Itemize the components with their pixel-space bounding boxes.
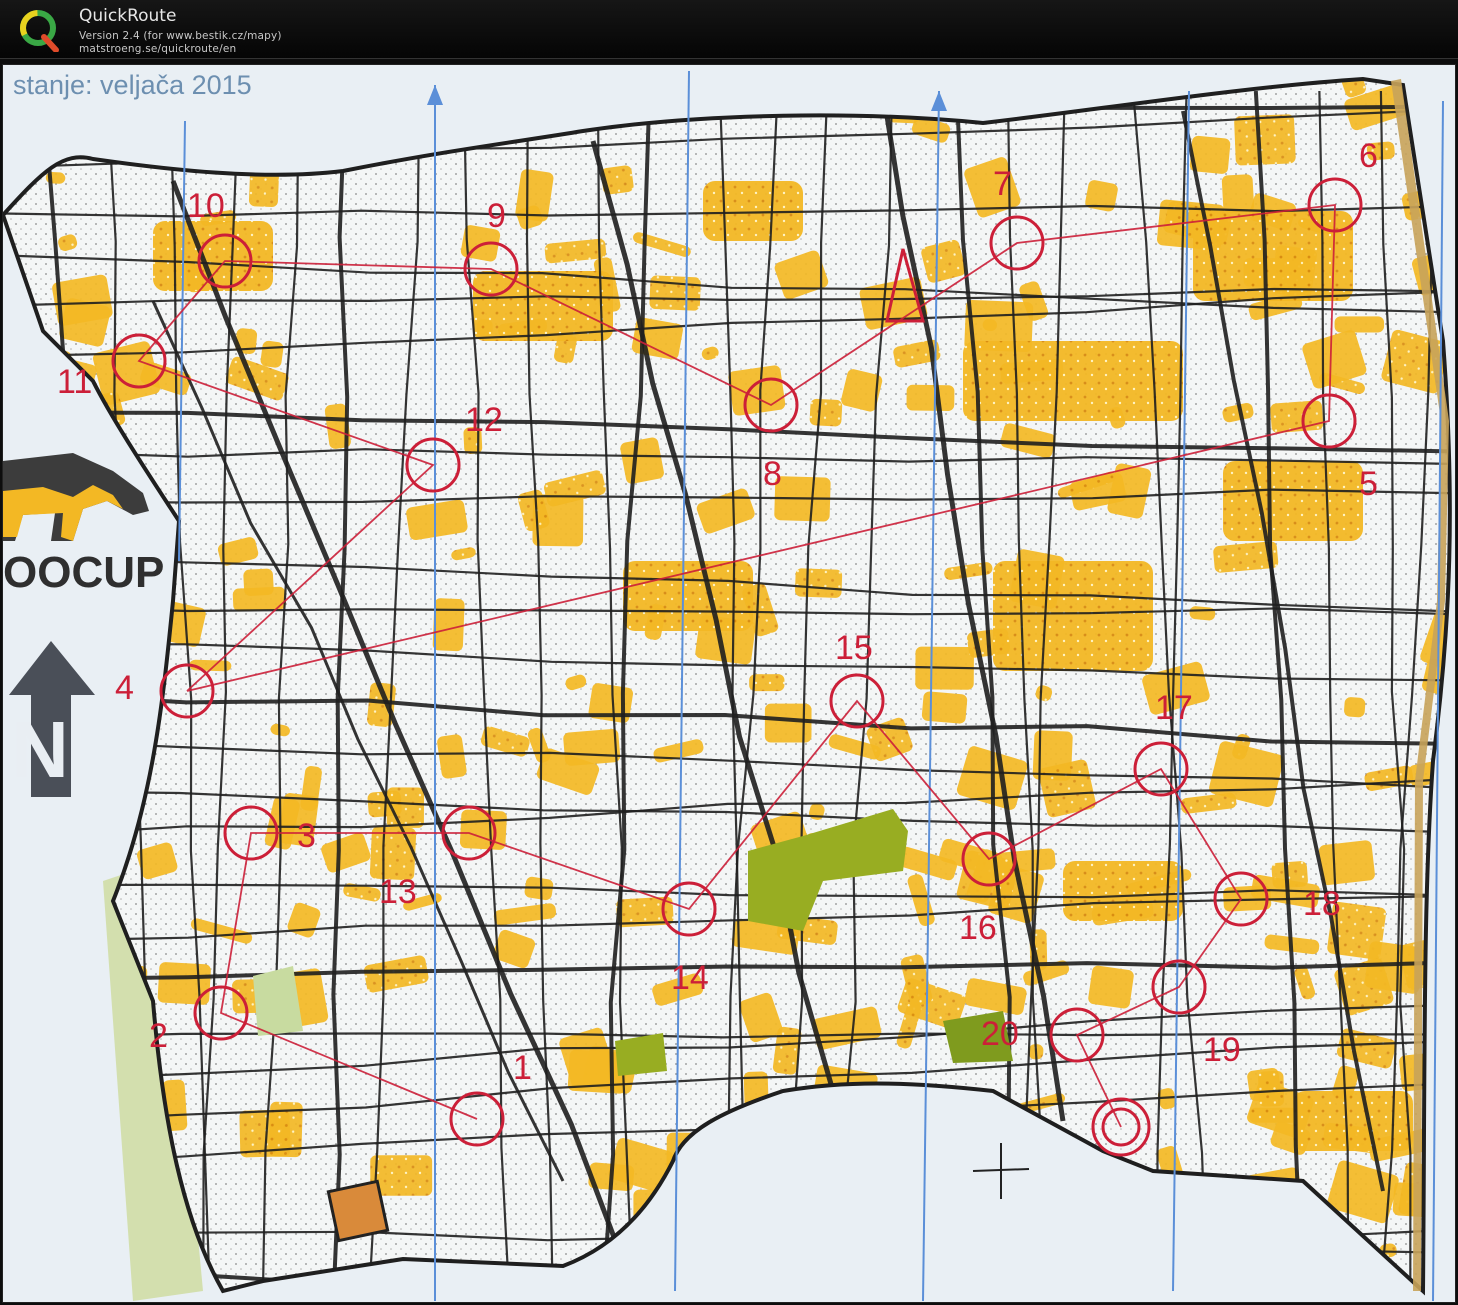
app-title: QuickRoute — [79, 6, 177, 26]
control-number: 14 — [671, 959, 709, 997]
control-number: 16 — [959, 909, 997, 947]
control-number: 10 — [187, 187, 225, 225]
control-number: 19 — [1203, 1031, 1241, 1069]
title-bar: QuickRoute Version 2.4 (for www.bestik.c… — [0, 0, 1458, 59]
map-date-label: stanje: veljača 2015 — [13, 70, 252, 100]
control-number: 20 — [981, 1015, 1019, 1053]
control-number: 2 — [149, 1017, 168, 1055]
control-number: 9 — [487, 197, 506, 235]
map-view[interactable]: stanje: veljača 2015 OOCUP N 1 2 3 4 5 6 7 8 9 10… — [2, 64, 1456, 1303]
control-number: 8 — [763, 455, 782, 493]
control-number: 11 — [57, 363, 92, 401]
control-number: 4 — [115, 669, 134, 707]
control-number: 3 — [297, 817, 316, 855]
north-marker: N — [11, 705, 69, 794]
control-number: 5 — [1359, 465, 1378, 503]
control-number: 18 — [1303, 885, 1341, 923]
control-number: 7 — [993, 165, 1012, 203]
control-number: 13 — [379, 873, 417, 911]
sponsor-label: OOCUP — [3, 548, 164, 597]
control-number: 15 — [835, 629, 873, 667]
app-url: matstroeng.se/quickroute/en — [79, 43, 237, 55]
control-number: 12 — [465, 401, 503, 439]
control-number: 1 — [513, 1049, 532, 1087]
quickroute-logo-icon — [20, 10, 59, 52]
app-version: Version 2.4 (for www.bestik.cz/mapy) — [79, 30, 282, 42]
orienteering-map[interactable]: stanje: veljača 2015 OOCUP N 12345678910… — [3, 65, 1456, 1303]
control-number: 17 — [1155, 689, 1193, 727]
control-number: 6 — [1359, 137, 1378, 175]
